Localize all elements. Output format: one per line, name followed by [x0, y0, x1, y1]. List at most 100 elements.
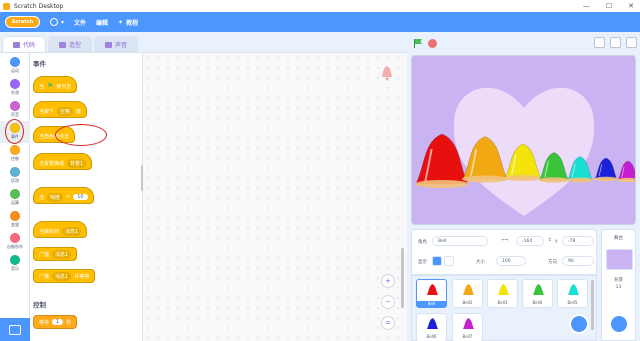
zoom-in-button[interactable]: + [381, 274, 395, 288]
category-control[interactable]: 控制 [0, 143, 30, 165]
add-sprite-button[interactable] [569, 314, 589, 334]
block-when-receive[interactable]: 当接收到 消息1 [33, 221, 88, 238]
window-controls: — ☐ ✕ [583, 2, 634, 10]
sprite-name: Bell2 [462, 300, 473, 305]
x-position-input[interactable]: -164 [516, 236, 544, 246]
zoom-out-button[interactable]: − [381, 295, 395, 309]
script-workspace[interactable]: + − = [143, 53, 407, 341]
tab-sounds[interactable]: 声音 [94, 36, 139, 52]
scratch-logo[interactable]: Scratch [5, 16, 40, 28]
sprite-tile[interactable]: Bell6 [416, 313, 447, 341]
language-menu[interactable]: ▾ [50, 18, 64, 26]
direction-input[interactable]: 90 [562, 256, 594, 266]
category-looks[interactable]: 外观 [0, 77, 30, 99]
hide-sprite-eye-icon[interactable] [444, 256, 454, 266]
block-palette: 事件 当 ⚑ 被点击 当按下 空格 键 当角色被点击 当背景换成 背景1 当 响… [30, 53, 143, 341]
stage-header [407, 32, 640, 54]
block-when-greater-than[interactable]: 当 响度 > 10 [33, 187, 94, 204]
zoom-reset-button[interactable]: = [381, 316, 395, 330]
sprite-tile[interactable]: Bell7 [452, 313, 483, 341]
backdrop-label: 背景 [614, 278, 623, 283]
tutorials-label: 教程 [126, 19, 139, 27]
tab-code[interactable]: 代码 [2, 36, 47, 52]
sprite-list-scrollbar[interactable] [591, 280, 594, 330]
backdrop-dropdown[interactable]: 背景1 [67, 158, 87, 168]
y-position-input[interactable]: -78 [562, 236, 594, 246]
sprite-list: Bell Bell2 Bell3 Bell4 Bell5 Bell6 Bell7 [411, 275, 597, 341]
sprite-name: Bell5 [567, 300, 578, 305]
close-button[interactable]: ✕ [628, 2, 634, 10]
block-when-key-pressed[interactable]: 当按下 空格 键 [33, 101, 88, 118]
small-stage-button[interactable] [594, 37, 605, 48]
sprite-tile[interactable]: Bell [416, 279, 447, 308]
fullscreen-button[interactable] [626, 37, 637, 48]
window-title: Scratch Desktop [14, 2, 64, 10]
show-sprite-eye-icon[interactable] [432, 256, 442, 266]
block-text: 当背景换成 [39, 160, 65, 167]
file-menu[interactable]: 文件 [74, 18, 86, 27]
bell-thumbnail-icon [463, 318, 474, 329]
message-dropdown[interactable]: 消息1 [52, 249, 72, 259]
add-extension-button[interactable] [0, 318, 30, 341]
block-when-backdrop-switches[interactable]: 当背景换成 背景1 [33, 153, 93, 170]
scratch-desktop-window: Scratch Desktop — ☐ ✕ Scratch ▾ 文件 编辑 ✦ … [0, 0, 640, 341]
palette-scrollbar[interactable] [141, 165, 143, 191]
workspace-scrollbar[interactable] [401, 248, 404, 308]
block-wait[interactable]: 等待 1 秒 [33, 315, 78, 329]
category-label: 自制积木 [7, 244, 23, 249]
message-dropdown[interactable]: 消息1 [62, 226, 82, 236]
sprite-tile[interactable]: Bell2 [452, 279, 483, 308]
green-flag-icon: ⚑ [47, 82, 54, 90]
maximize-button[interactable]: ☐ [606, 2, 612, 10]
block-broadcast-and-wait[interactable]: 广播 消息1 并等待 [33, 269, 96, 283]
category-operators[interactable]: 运算 [0, 187, 30, 209]
category-variables[interactable]: 变量 [0, 209, 30, 231]
sensor-dropdown[interactable]: 响度 [47, 192, 64, 202]
category-my-blocks[interactable]: 自制积木 [0, 231, 30, 253]
sound-icon [10, 101, 20, 111]
message-dropdown[interactable]: 消息1 [52, 271, 72, 281]
block-text: 等待 [39, 319, 50, 326]
annotation-circle [5, 119, 24, 144]
menu-bar: Scratch ▾ 文件 编辑 ✦ 教程 [0, 12, 640, 32]
stage-canvas[interactable] [411, 55, 636, 225]
add-backdrop-button[interactable] [609, 314, 629, 334]
category-sound[interactable]: 声音 [0, 99, 30, 121]
y-arrow-icon: ↕ [548, 238, 552, 243]
tab-costumes[interactable]: 造型 [48, 36, 93, 52]
bell-thumbnail-icon [498, 284, 509, 295]
events-section-title: 事件 [33, 60, 46, 68]
sprite-tile[interactable]: Bell5 [557, 279, 588, 308]
block-broadcast[interactable]: 广播 消息1 [33, 247, 78, 261]
category-motion[interactable]: 运动 [0, 55, 30, 77]
category-label: 音乐 [11, 266, 19, 271]
sprite-tile[interactable]: Bell4 [522, 279, 553, 308]
category-sensing[interactable]: 侦测 [0, 165, 30, 187]
operators-icon [10, 189, 20, 199]
block-suffix: 秒 [66, 319, 72, 326]
looks-icon [10, 79, 20, 89]
edit-menu[interactable]: 编辑 [96, 18, 108, 27]
size-input[interactable]: 100 [496, 256, 526, 266]
green-flag-icon[interactable] [413, 38, 423, 48]
current-sprite-watermark [382, 66, 392, 81]
category-menu: 运动 外观 声音 事件 控制 侦测 运算 变量 自制积木 音乐 [0, 53, 30, 341]
block-suffix: 并等待 [74, 273, 90, 280]
large-stage-button[interactable] [610, 37, 621, 48]
bell-thumbnail-icon [533, 284, 544, 295]
sprite-name-input[interactable]: Bell [432, 236, 488, 246]
bell-thumbnail-icon [568, 284, 579, 295]
stop-button[interactable] [428, 39, 437, 48]
tutorials-menu[interactable]: ✦ 教程 [118, 18, 138, 27]
sprite-name: Bell7 [462, 334, 473, 339]
minimize-button[interactable]: — [583, 2, 590, 10]
sprite-tile[interactable]: Bell3 [487, 279, 518, 308]
category-music[interactable]: 音乐 [0, 253, 30, 275]
key-dropdown[interactable]: 空格 [57, 106, 74, 116]
sprite-label: 角色 [418, 240, 427, 245]
threshold-input[interactable]: 10 [73, 194, 88, 200]
wait-seconds-input[interactable]: 1 [52, 319, 64, 325]
block-when-flag-clicked[interactable]: 当 ⚑ 被点击 [33, 76, 78, 93]
sprite-name: Bell [417, 301, 446, 307]
category-label: 声音 [11, 112, 19, 117]
